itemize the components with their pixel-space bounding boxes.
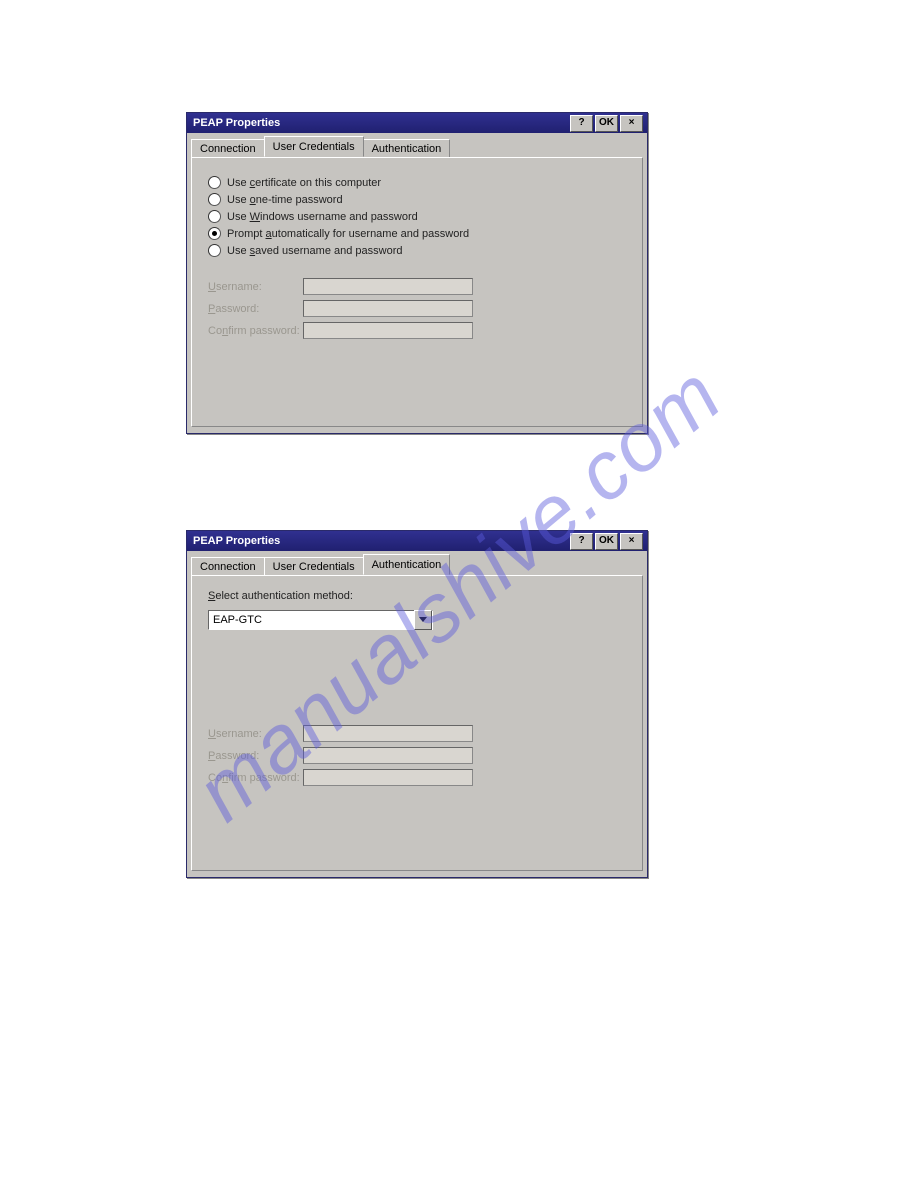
label-confirm-password: Confirm password: <box>208 772 303 784</box>
row-password: Password: <box>208 300 626 317</box>
ok-button[interactable]: OK <box>595 533 618 550</box>
password-field[interactable] <box>303 300 473 317</box>
radio-icon <box>208 176 221 189</box>
tab-authentication[interactable]: Authentication <box>363 139 451 158</box>
label-confirm-password: Confirm password: <box>208 325 303 337</box>
radio-label: Use one-time password <box>227 194 343 206</box>
radio-one-time-password[interactable]: Use one-time password <box>208 193 626 206</box>
radio-use-saved[interactable]: Use saved username and password <box>208 244 626 257</box>
label-select-method: Select authentication method: <box>208 590 626 602</box>
radio-label: Prompt automatically for username and pa… <box>227 228 469 240</box>
close-button[interactable]: × <box>620 115 643 132</box>
tab-body: Use certificate on this computer Use one… <box>191 157 643 427</box>
page: manualshive.com PEAP Properties ? OK × C… <box>0 0 918 1188</box>
row-username: Username: <box>208 278 626 295</box>
radio-prompt-automatically[interactable]: Prompt automatically for username and pa… <box>208 227 626 240</box>
row-username: Username: <box>208 725 626 742</box>
username-field[interactable] <box>303 278 473 295</box>
radio-icon <box>208 227 221 240</box>
dialog-title: PEAP Properties <box>193 117 568 129</box>
help-button[interactable]: ? <box>570 115 593 132</box>
label-username: Username: <box>208 728 303 740</box>
auth-method-combo[interactable]: EAP-GTC <box>208 610 433 630</box>
peap-dialog-authentication: PEAP Properties ? OK × Connection User C… <box>186 530 648 878</box>
radio-label: Use saved username and password <box>227 245 403 257</box>
ok-button[interactable]: OK <box>595 115 618 132</box>
tab-authentication[interactable]: Authentication <box>363 554 451 575</box>
label-password: Password: <box>208 303 303 315</box>
tab-user-credentials[interactable]: User Credentials <box>264 136 364 157</box>
label-password: Password: <box>208 750 303 762</box>
confirm-password-field[interactable] <box>303 322 473 339</box>
chevron-down-icon[interactable] <box>414 610 432 630</box>
row-confirm-password: Confirm password: <box>208 322 626 339</box>
label-username: Username: <box>208 281 303 293</box>
radio-icon <box>208 244 221 257</box>
confirm-password-field[interactable] <box>303 769 473 786</box>
radio-windows-username[interactable]: Use Windows username and password <box>208 210 626 223</box>
tab-connection[interactable]: Connection <box>191 557 265 576</box>
combo-value: EAP-GTC <box>209 614 414 626</box>
radio-icon <box>208 193 221 206</box>
password-field[interactable] <box>303 747 473 764</box>
row-password: Password: <box>208 747 626 764</box>
row-confirm-password: Confirm password: <box>208 769 626 786</box>
tabstrip: Connection User Credentials Authenticati… <box>187 133 647 157</box>
radio-icon <box>208 210 221 223</box>
username-field[interactable] <box>303 725 473 742</box>
radio-label: Use Windows username and password <box>227 211 418 223</box>
radio-label: Use certificate on this computer <box>227 177 381 189</box>
tabstrip: Connection User Credentials Authenticati… <box>187 551 647 575</box>
help-button[interactable]: ? <box>570 533 593 550</box>
radio-use-certificate[interactable]: Use certificate on this computer <box>208 176 626 189</box>
close-button[interactable]: × <box>620 533 643 550</box>
dialog-title: PEAP Properties <box>193 535 568 547</box>
titlebar: PEAP Properties ? OK × <box>187 113 647 133</box>
tab-connection[interactable]: Connection <box>191 139 265 158</box>
tab-body: Select authentication method: EAP-GTC Us… <box>191 575 643 871</box>
peap-dialog-user-credentials: PEAP Properties ? OK × Connection User C… <box>186 112 648 434</box>
titlebar: PEAP Properties ? OK × <box>187 531 647 551</box>
tab-user-credentials[interactable]: User Credentials <box>264 557 364 576</box>
